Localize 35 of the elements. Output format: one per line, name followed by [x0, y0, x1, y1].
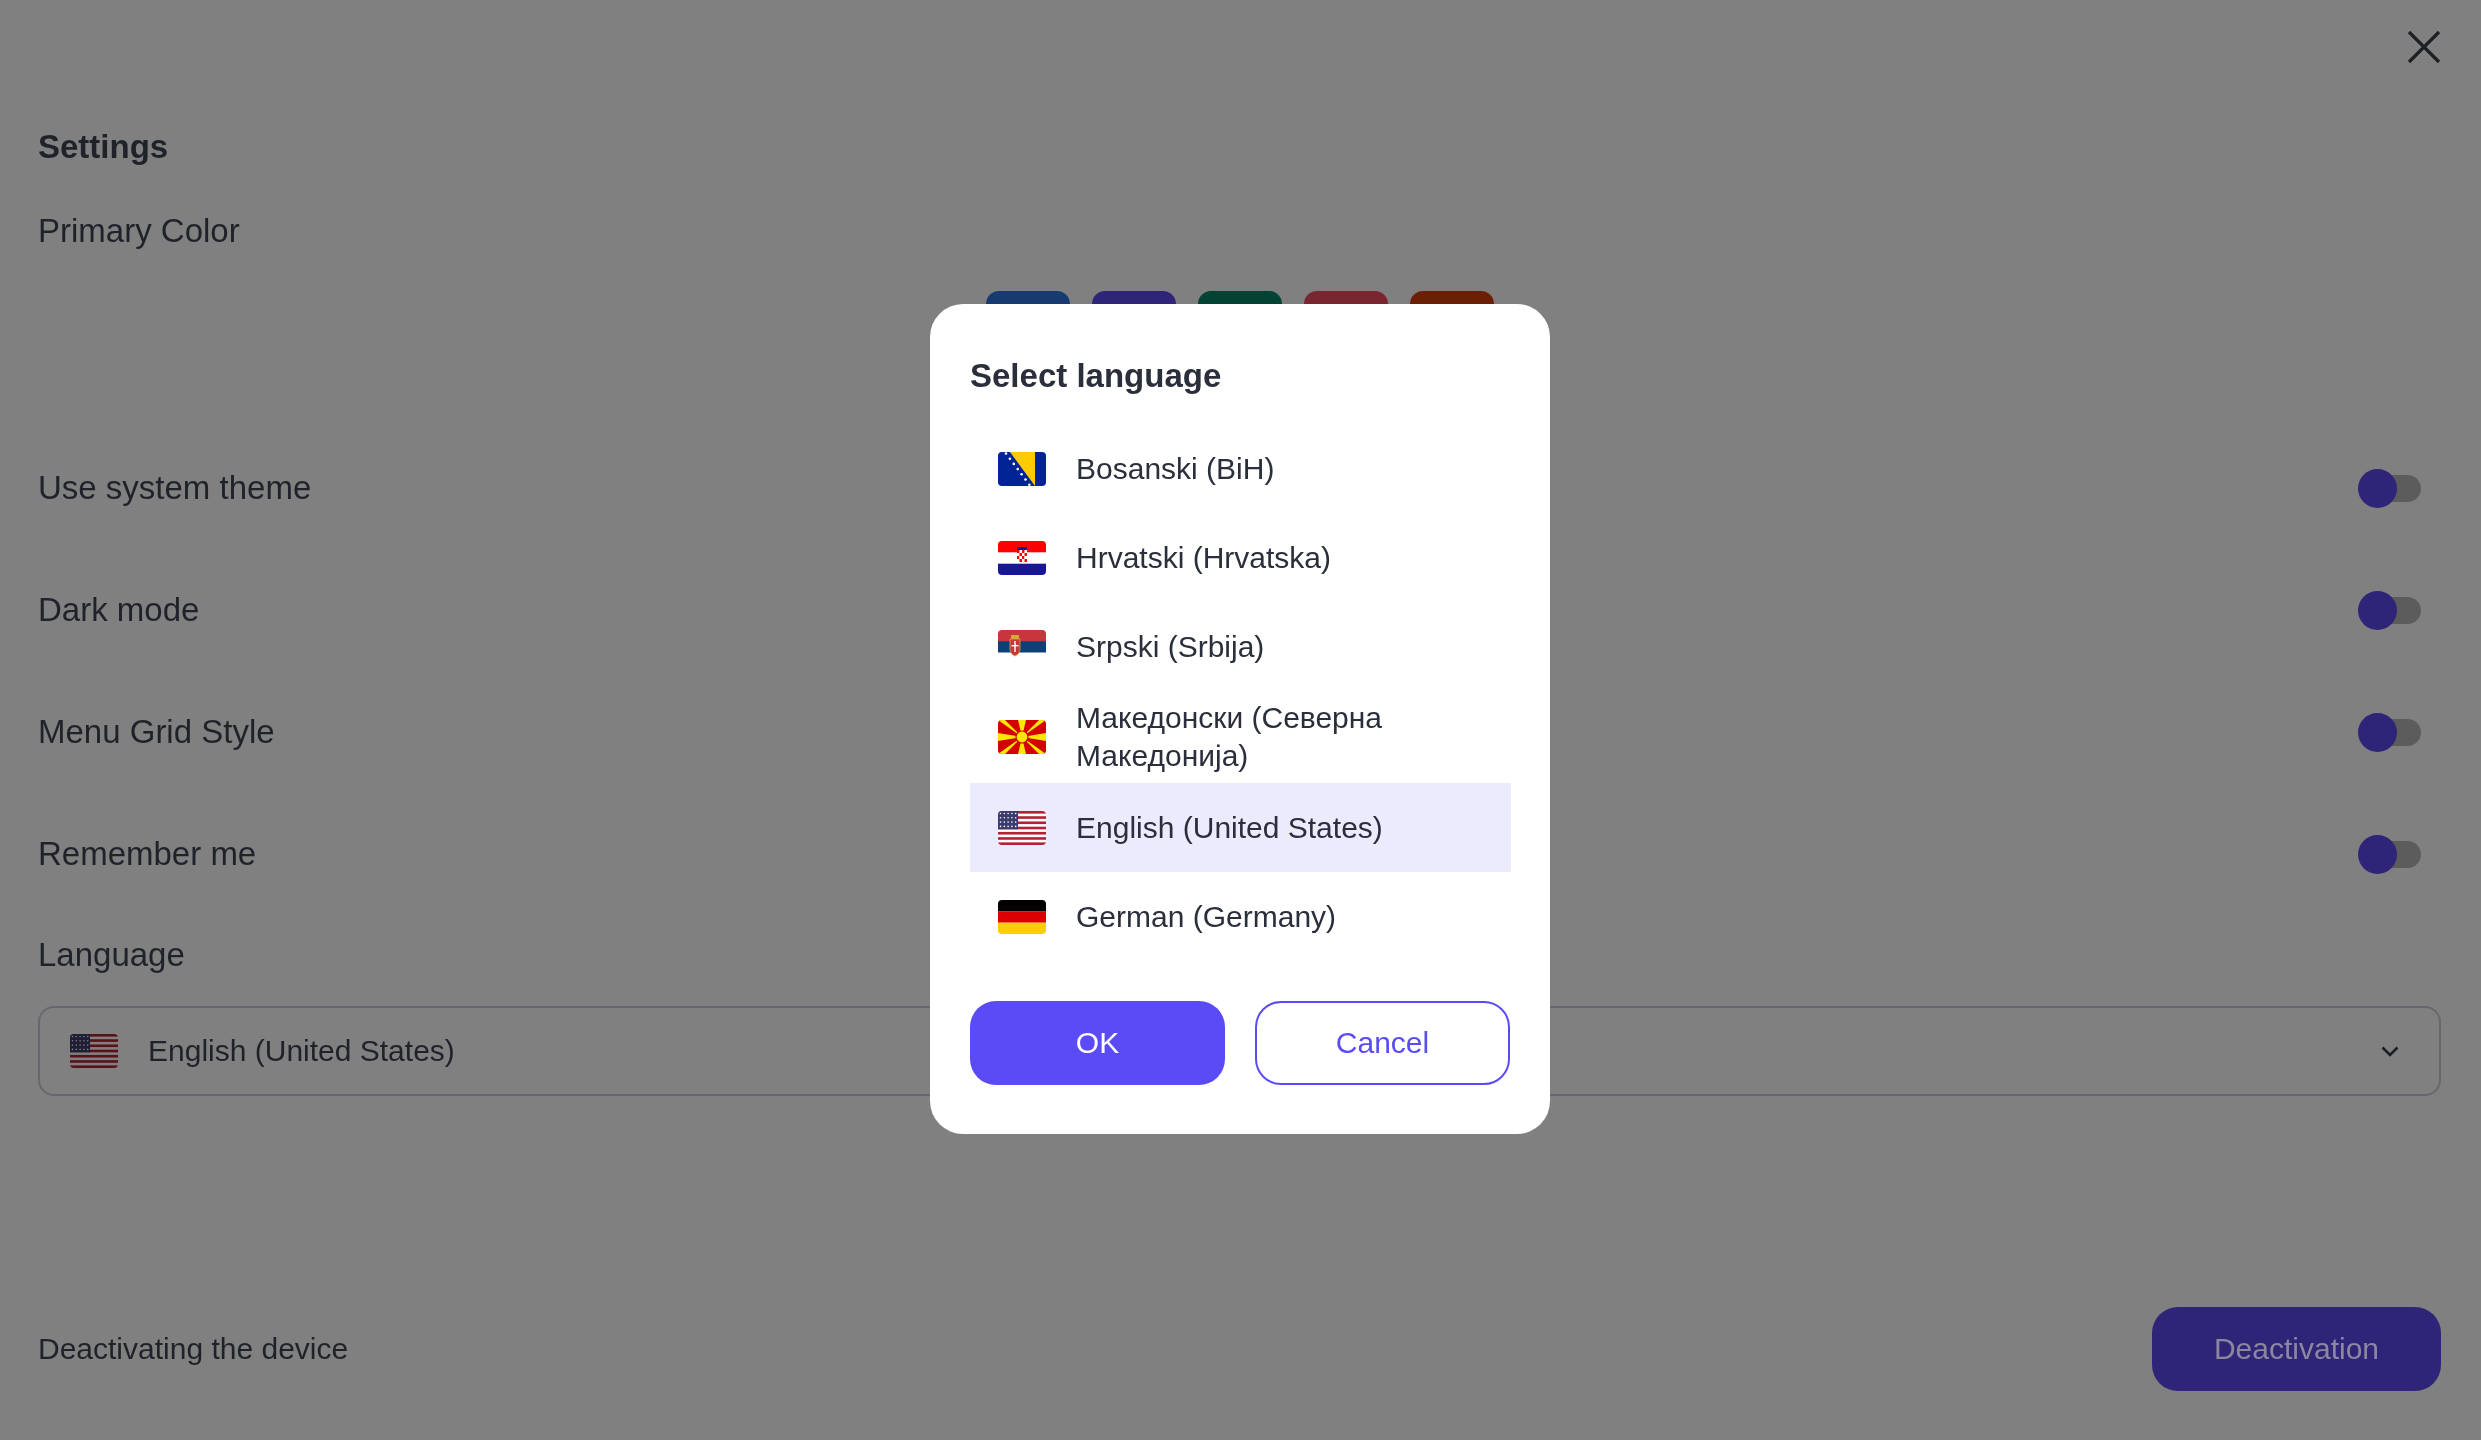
- toggle-label: Use system theme: [38, 468, 312, 508]
- language-option[interactable]: German (Germany): [970, 872, 1511, 961]
- chevron-down-icon: [2381, 1045, 2399, 1057]
- macedonian-flag-icon: [998, 720, 1046, 754]
- dialog-title: Select language: [970, 356, 1222, 396]
- toggle-switch[interactable]: [2358, 712, 2421, 752]
- color-swatch-icon[interactable]: [1091, 291, 1176, 304]
- color-swatch-icon[interactable]: [1197, 291, 1282, 304]
- language-option[interactable]: Srpski (Srbija): [970, 602, 1511, 691]
- toggle-label: Dark mode: [38, 590, 200, 630]
- primary-color-label: Primary Color: [38, 211, 240, 251]
- cancel-button[interactable]: Cancel: [1255, 1001, 1510, 1085]
- toggle-label: Remember me: [38, 834, 257, 874]
- us-flag-icon: [998, 810, 1046, 845]
- color-swatch-icon[interactable]: [1303, 291, 1388, 304]
- color-swatch-icon[interactable]: [985, 291, 1070, 304]
- ok-button[interactable]: OK: [970, 1001, 1225, 1085]
- deactivation-description: Deactivating the device: [38, 1331, 349, 1367]
- close-icon[interactable]: [2407, 30, 2441, 64]
- color-swatch-icon[interactable]: [1409, 291, 1494, 304]
- settings-title: Settings: [38, 127, 169, 167]
- toggle-switch[interactable]: [2358, 468, 2421, 508]
- language-label: Language: [38, 935, 185, 975]
- deactivation-button[interactable]: Deactivation: [2152, 1307, 2441, 1391]
- toggle-switch[interactable]: [2358, 834, 2421, 874]
- language-option[interactable]: English (United States): [970, 783, 1511, 872]
- language-option[interactable]: Hrvatski (Hrvatska): [970, 513, 1511, 602]
- bosnian-flag-icon: [998, 451, 1046, 486]
- us-flag-icon: [70, 1034, 118, 1068]
- toggle-label: Menu Grid Style: [38, 712, 275, 752]
- croatian-flag-icon: [998, 540, 1046, 575]
- language-option[interactable]: Македонски (Северна Македонија): [970, 691, 1511, 783]
- toggle-switch[interactable]: [2358, 590, 2421, 630]
- language-option[interactable]: Bosanski (BiH): [970, 424, 1511, 513]
- german-flag-icon: [998, 899, 1046, 934]
